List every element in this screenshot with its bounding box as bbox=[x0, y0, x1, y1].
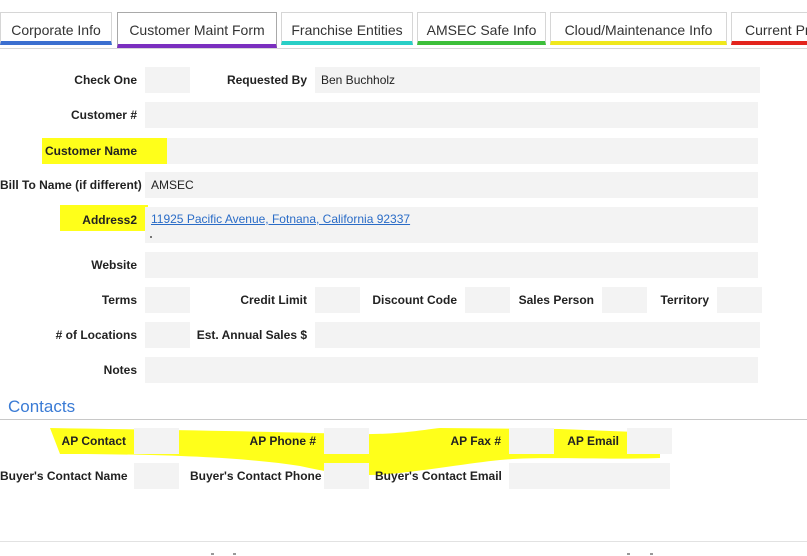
address2-label: Address2 bbox=[82, 213, 137, 227]
locations-label: # of Locations bbox=[55, 328, 137, 342]
tab-corporate-info[interactable]: Corporate Info bbox=[0, 12, 112, 45]
territory-field[interactable] bbox=[717, 287, 762, 313]
buyer-contact-phone-label: Buyer's Contact Phone bbox=[190, 469, 322, 483]
terms-label: Terms bbox=[101, 293, 137, 307]
locations-field[interactable] bbox=[145, 322, 190, 348]
annual-sales-label: Est. Annual Sales $ bbox=[196, 328, 307, 342]
dot-mark bbox=[211, 553, 214, 555]
dot-mark bbox=[627, 553, 630, 555]
terms-field[interactable] bbox=[145, 287, 190, 313]
territory-label: Territory bbox=[660, 293, 709, 307]
tab-label: Customer Maint Form bbox=[129, 22, 265, 38]
footer-divider bbox=[0, 541, 807, 542]
credit-limit-label: Credit Limit bbox=[240, 293, 307, 307]
tab-label: Corporate Info bbox=[11, 22, 101, 38]
ap-fax-label: AP Fax # bbox=[450, 434, 501, 448]
dot-mark bbox=[233, 553, 236, 555]
tab-cloud-maintenance-info[interactable]: Cloud/Maintenance Info bbox=[550, 12, 727, 45]
ap-phone-label: AP Phone # bbox=[249, 434, 316, 448]
website-field[interactable] bbox=[145, 252, 758, 278]
tab-label: Cloud/Maintenance Info bbox=[564, 22, 713, 38]
notes-field[interactable] bbox=[145, 357, 758, 383]
customer-number-label: Customer # bbox=[70, 108, 137, 122]
dot-mark bbox=[150, 236, 152, 238]
tab-franchise-entities[interactable]: Franchise Entities bbox=[281, 12, 413, 45]
tab-customer-maint-form[interactable]: Customer Maint Form bbox=[117, 12, 277, 48]
tab-label: AMSEC Safe Info bbox=[426, 22, 537, 38]
sales-person-field[interactable] bbox=[602, 287, 647, 313]
customer-name-label: Customer Name bbox=[44, 144, 137, 158]
buyer-contact-email-field[interactable] bbox=[509, 463, 670, 489]
requested-by-field[interactable]: Ben Buchholz bbox=[315, 67, 760, 93]
check-one-label: Check One bbox=[74, 73, 137, 87]
notes-label: Notes bbox=[103, 363, 137, 377]
ap-contact-field[interactable] bbox=[134, 428, 179, 454]
address2-field[interactable]: 11925 Pacific Avenue, Fotnana, Californi… bbox=[145, 207, 758, 243]
buyer-contact-name-field[interactable] bbox=[134, 463, 179, 489]
website-label: Website bbox=[91, 258, 137, 272]
sales-person-label: Sales Person bbox=[518, 293, 594, 307]
tab-current-pr[interactable]: Current Pr bbox=[731, 12, 807, 45]
customer-name-field[interactable] bbox=[167, 138, 758, 164]
dot-mark bbox=[650, 553, 653, 555]
buyer-contact-phone-field[interactable] bbox=[324, 463, 369, 489]
buyer-contact-name-label: Buyer's Contact Name bbox=[0, 469, 128, 483]
check-one-field[interactable] bbox=[145, 67, 190, 93]
address2-link[interactable]: 11925 Pacific Avenue, Fotnana, Californi… bbox=[151, 207, 758, 231]
contacts-heading: Contacts bbox=[8, 397, 76, 416]
requested-by-label: Requested By bbox=[226, 73, 307, 87]
tab-label: Current Pr bbox=[745, 22, 807, 38]
annual-sales-field[interactable] bbox=[315, 322, 760, 348]
buyer-contact-email-label: Buyer's Contact Email bbox=[375, 469, 502, 483]
discount-code-field[interactable] bbox=[465, 287, 510, 313]
bill-to-field[interactable]: AMSEC bbox=[145, 172, 758, 198]
tab-bar: Corporate Info Customer Maint Form Franc… bbox=[0, 12, 807, 49]
tab-label: Franchise Entities bbox=[291, 22, 403, 38]
ap-contact-label: AP Contact bbox=[61, 434, 126, 448]
customer-number-field[interactable] bbox=[145, 102, 758, 128]
tab-amsec-safe-info[interactable]: AMSEC Safe Info bbox=[417, 12, 546, 45]
discount-code-label: Discount Code bbox=[372, 293, 457, 307]
ap-fax-field[interactable] bbox=[509, 428, 554, 454]
ap-email-field[interactable] bbox=[627, 428, 672, 454]
ap-email-label: AP Email bbox=[567, 434, 619, 448]
ap-phone-field[interactable] bbox=[324, 428, 369, 454]
bill-to-label: Bill To Name (if different) bbox=[0, 178, 142, 192]
credit-limit-field[interactable] bbox=[315, 287, 360, 313]
